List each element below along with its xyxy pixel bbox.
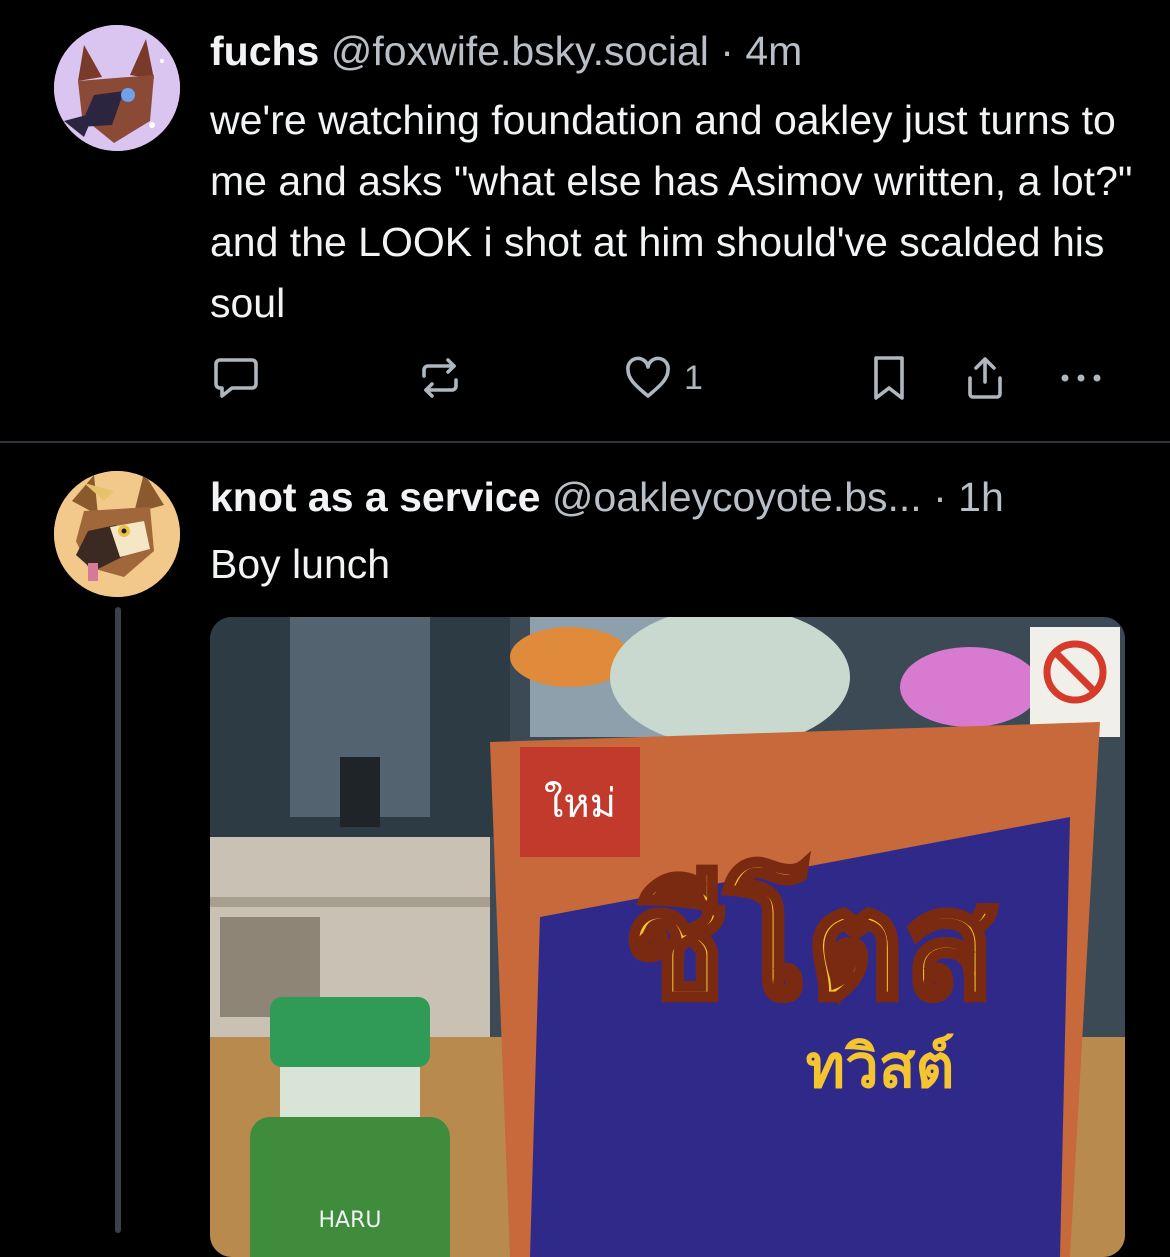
thread-line	[115, 607, 121, 1233]
bag-subtitle-label: ทวิสต์	[806, 1032, 955, 1102]
fox-avatar-icon[interactable]	[54, 25, 180, 151]
post-time[interactable]: 4m	[745, 28, 802, 74]
reply-icon	[214, 358, 258, 398]
reply-button[interactable]	[210, 348, 262, 408]
post-actions: 1	[0, 348, 1170, 408]
post-image[interactable]: ใหม่ ชีโตส ทวิสต์ HARU	[210, 617, 1125, 1257]
like-count: 1	[684, 358, 703, 397]
bag-brand-label: ชีโตส	[624, 858, 996, 1033]
repost-button[interactable]	[414, 348, 466, 408]
header-separator: ·	[720, 28, 734, 74]
header-separator: ·	[933, 474, 947, 520]
bookmark-button[interactable]	[866, 348, 912, 408]
post-header: fuchs @foxwife.bsky.social · 4m	[210, 27, 802, 75]
repost-icon	[422, 358, 458, 398]
author-handle[interactable]: @oakleycoyote.bs...	[552, 474, 922, 520]
author-name[interactable]: fuchs	[210, 28, 319, 74]
share-button[interactable]	[960, 348, 1010, 408]
bookmark-icon	[874, 356, 904, 400]
post-header: knot as a service @oakleycoyote.bs... · …	[210, 473, 1004, 521]
share-icon	[968, 357, 1002, 399]
post-time[interactable]: 1h	[958, 474, 1004, 520]
post-text: Boy lunch	[210, 541, 391, 587]
coyote-avatar-icon[interactable]	[54, 471, 180, 597]
author-handle[interactable]: @foxwife.bsky.social	[331, 28, 709, 74]
like-button[interactable]: 1	[622, 348, 703, 408]
post-fuchs[interactable]: fuchs @foxwife.bsky.social · 4m we're wa…	[0, 0, 1170, 442]
post-text: we're watching foundation and oakley jus…	[210, 97, 1133, 326]
more-options-button[interactable]	[1055, 348, 1107, 408]
more-dots-icon	[1061, 374, 1101, 382]
bag-new-label: ใหม่	[544, 780, 616, 827]
bottle-label: HARU	[319, 1208, 382, 1233]
author-name[interactable]: knot as a service	[210, 474, 540, 520]
heart-icon	[626, 356, 670, 398]
